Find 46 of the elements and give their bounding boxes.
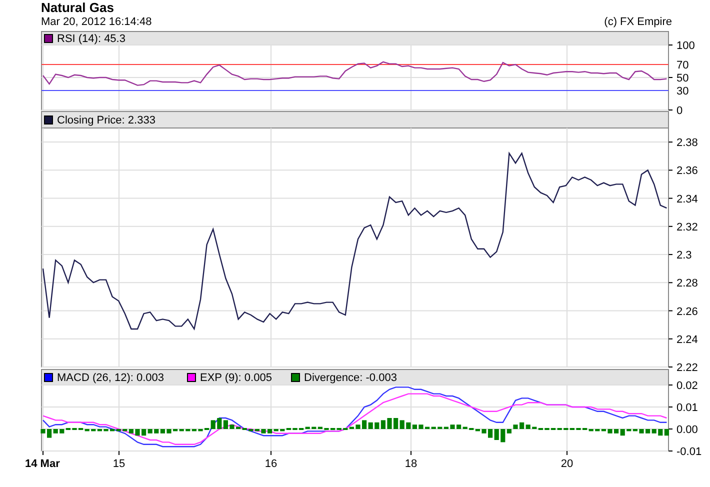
divergence-bar: [450, 424, 455, 429]
divergence-bar: [513, 424, 518, 429]
axis-label: 70: [676, 60, 689, 72]
divergence-bar: [135, 429, 140, 436]
axis-label: 20: [560, 458, 574, 470]
divergence-bar: [387, 418, 392, 429]
axis-label: 0.00: [676, 424, 698, 436]
axis-label: 2.32: [676, 221, 698, 234]
axis-label: 2.28: [676, 278, 698, 290]
divergence-bar: [230, 424, 234, 429]
axis-label: 100: [676, 40, 695, 52]
axis-label: 2.22: [676, 362, 698, 374]
axis-label: 0.01: [676, 402, 698, 414]
axis-label: 2.24: [676, 334, 698, 346]
axis-label: 50: [676, 72, 689, 84]
legend-label: MACD (26, 12): 0.003: [57, 372, 164, 384]
axis-label: 18: [404, 458, 418, 470]
axis-label: 2.36: [676, 165, 698, 178]
axis-label: 30: [676, 86, 689, 98]
chart-title: Natural Gas: [41, 0, 115, 16]
axis-label: -0.01: [676, 446, 702, 458]
legend-label: Divergence: -0.003: [304, 372, 397, 384]
axis-label: 14 Mar: [25, 458, 60, 470]
divergence-bar: [608, 429, 612, 434]
axis-label: 2.3: [676, 250, 692, 262]
axis-label: 2.38: [676, 137, 698, 150]
legend-label: RSI (14): 45.3: [57, 33, 126, 45]
divergence-bar: [418, 424, 424, 429]
timestamp: Mar 20, 2012 16:14:48: [41, 16, 152, 29]
copyright: (c) FX Empire: [604, 16, 672, 29]
legend-label: Closing Price: 2.333: [57, 114, 156, 126]
axis-label: 2.26: [676, 306, 698, 318]
divergence-bar: [482, 429, 486, 434]
legend-label: EXP (9): 0.005: [200, 372, 272, 384]
divergence-bar: [166, 429, 172, 434]
axis-label: 16: [264, 458, 278, 470]
divergence-bar: [198, 429, 203, 432]
divergence-bar: [40, 429, 46, 434]
axis-label: 2.34: [676, 193, 698, 206]
axis-label: 15: [112, 458, 126, 470]
divergence-bar: [639, 429, 644, 434]
divergence-bar: [104, 429, 108, 432]
axis-label: 0: [676, 105, 683, 117]
axis-label: 0.02: [676, 380, 698, 392]
divergence-bar: [261, 429, 266, 434]
divergence-bar: [356, 424, 360, 429]
